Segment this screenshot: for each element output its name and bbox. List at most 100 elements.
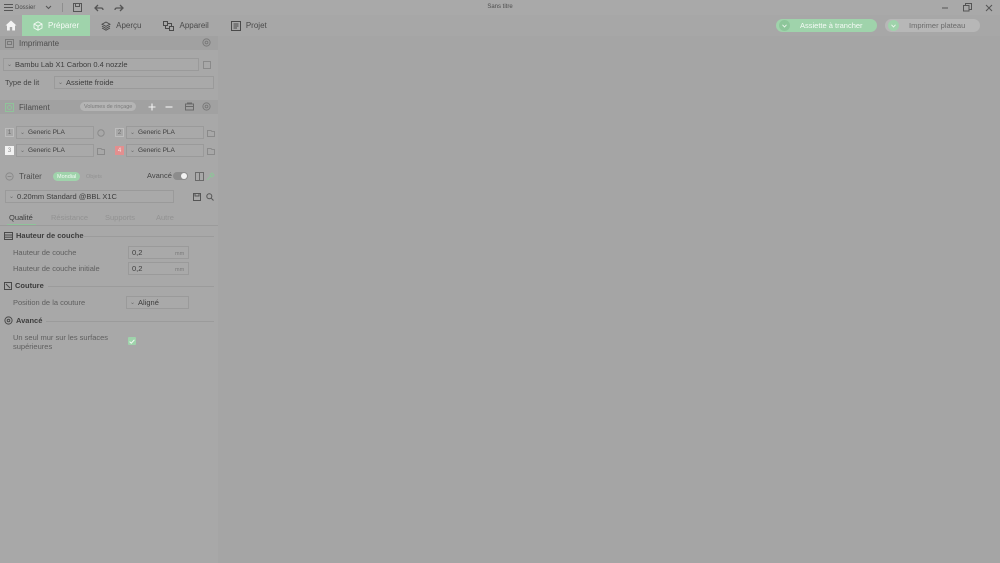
slice-options-dropdown[interactable] [779,20,790,31]
window-title: Sans titre [487,4,513,10]
redo-button[interactable] [110,0,128,15]
chevron-down-icon: ⌄ [130,130,136,136]
redo-icon [114,4,125,11]
minimize-icon [942,7,948,8]
chevron-down-icon: ⌄ [20,130,26,136]
edit-icon [206,147,215,155]
home-icon [5,20,17,31]
edit-filament-button[interactable] [96,146,105,155]
single-wall-top-label-line2: supérieures [13,342,53,351]
layer-height-group-label: Hauteur de couche [16,231,84,240]
process-preset-select[interactable]: ⌄ 0.20mm Standard @BBL X1C [5,190,174,203]
add-filament-button[interactable] [147,102,156,111]
single-wall-top-checkbox[interactable] [128,337,136,345]
edit-filament-button[interactable] [96,128,105,137]
slice-plate-button[interactable]: Assiette à trancher [776,19,877,32]
save-button[interactable] [69,0,86,15]
tab-preview[interactable]: Aperçu [90,15,152,36]
tab-label: Projet [245,21,267,30]
minus-icon [165,105,172,108]
undo-icon [94,4,104,11]
search-settings-button[interactable] [205,192,214,201]
remove-filament-button[interactable] [164,102,173,111]
chevron-down-icon: ⌄ [130,148,136,154]
mode-objects-toggle[interactable]: Objets [82,172,106,181]
minimize-button[interactable] [940,3,950,13]
advanced-toggle-label: Avancé [147,171,172,180]
edit-printer-button[interactable] [202,60,211,69]
cube-icon [33,20,43,31]
filament-select-2[interactable]: ⌄ Generic PLA [126,126,204,139]
edit-filament-button[interactable] [206,128,215,137]
restore-button[interactable] [962,3,972,13]
home-button[interactable] [0,15,22,36]
chevron-down-icon [891,24,896,28]
edit-icon [96,147,105,155]
sidebar-panel: Imprimante ⌄ Bambu Lab X1 Carbon 0.4 noz… [0,36,218,563]
seam-position-select[interactable]: ⌄ Aligné [126,296,189,309]
tab-strength[interactable]: Résistance [51,213,88,222]
layer-height-unit: mm [175,251,185,257]
chevron-down-icon: ⌄ [20,148,26,154]
tab-supports[interactable]: Supports [105,213,135,222]
chevron-down-icon [45,5,52,10]
print-plate-label: Imprimer plateau [909,21,966,30]
print-options-dropdown[interactable] [888,20,899,31]
filament-select-1[interactable]: ⌄ Generic PLA [16,126,94,139]
compare-icon [195,172,204,181]
plus-icon [148,103,155,110]
toggle-knob [181,173,187,179]
seam-position-value: Aligné [138,298,159,307]
close-button[interactable] [984,3,994,13]
mode-global-toggle[interactable]: Mondial [53,172,81,181]
filament-select-3[interactable]: ⌄ Generic PLA [16,144,94,157]
tab-other[interactable]: Autre [156,213,174,222]
file-menu[interactable]: Dossier [0,0,56,15]
printer-select[interactable]: ⌄ Bambu Lab X1 Carbon 0.4 nozzle [3,58,199,71]
close-icon [985,4,993,11]
print-plate-button[interactable]: Imprimer plateau [885,19,980,32]
save-preset-button[interactable] [192,192,201,201]
file-menu-label: Dossier [15,4,36,11]
filament-slot-number: 3 [5,146,14,155]
bed-type-select[interactable]: ⌄ Assiette froide [54,76,214,89]
tab-prepare[interactable]: Préparer [22,15,91,36]
initial-layer-height-unit: mm [175,267,185,273]
process-tools-button[interactable] [206,172,215,181]
restore-icon [962,3,972,12]
tab-label: Aperçu [116,21,142,30]
tab-quality[interactable]: Qualité [9,213,33,222]
advanced-toggle[interactable] [173,172,188,180]
ams-sync-button[interactable] [185,102,194,111]
edit-icon [96,128,105,137]
divider [84,236,214,237]
printer-section-title: Imprimante [19,38,60,48]
bed-type-label: Type de lit [5,78,40,87]
filament-settings-button[interactable] [202,102,211,111]
process-section-title: Traiter [19,171,42,181]
tab-project[interactable]: Projet [220,15,278,36]
process-icon [4,171,14,181]
compare-presets-button[interactable] [195,172,204,181]
divider [46,321,214,322]
printer-settings-button[interactable] [202,38,211,47]
layer-height-group-title: Hauteur de couche [4,231,84,240]
checkmark-icon [129,338,135,344]
tab-device[interactable]: Appareil [152,15,219,36]
filament-name: Generic PLA [138,129,175,136]
chevron-down-icon: ⌄ [7,62,13,68]
layer-height-label: Hauteur de couche [13,248,77,257]
single-wall-top-label: Un seul mur sur les surfaces supérieures [13,333,108,351]
project-icon [230,20,241,31]
slice-plate-label: Assiette à trancher [800,21,863,30]
edit-filament-button[interactable] [206,146,215,155]
undo-button[interactable] [90,0,108,15]
initial-layer-height-value: 0,2 [132,264,143,273]
3d-viewport[interactable] [218,36,1000,563]
seam-icon [4,281,12,290]
chevron-down-icon: ⌄ [130,300,136,306]
filament-name: Generic PLA [28,147,65,154]
filament-select-4[interactable]: ⌄ Generic PLA [126,144,204,157]
advanced-group-title: Avancé [4,316,42,325]
flush-volumes-button[interactable]: Volumes de rinçage [80,102,137,111]
